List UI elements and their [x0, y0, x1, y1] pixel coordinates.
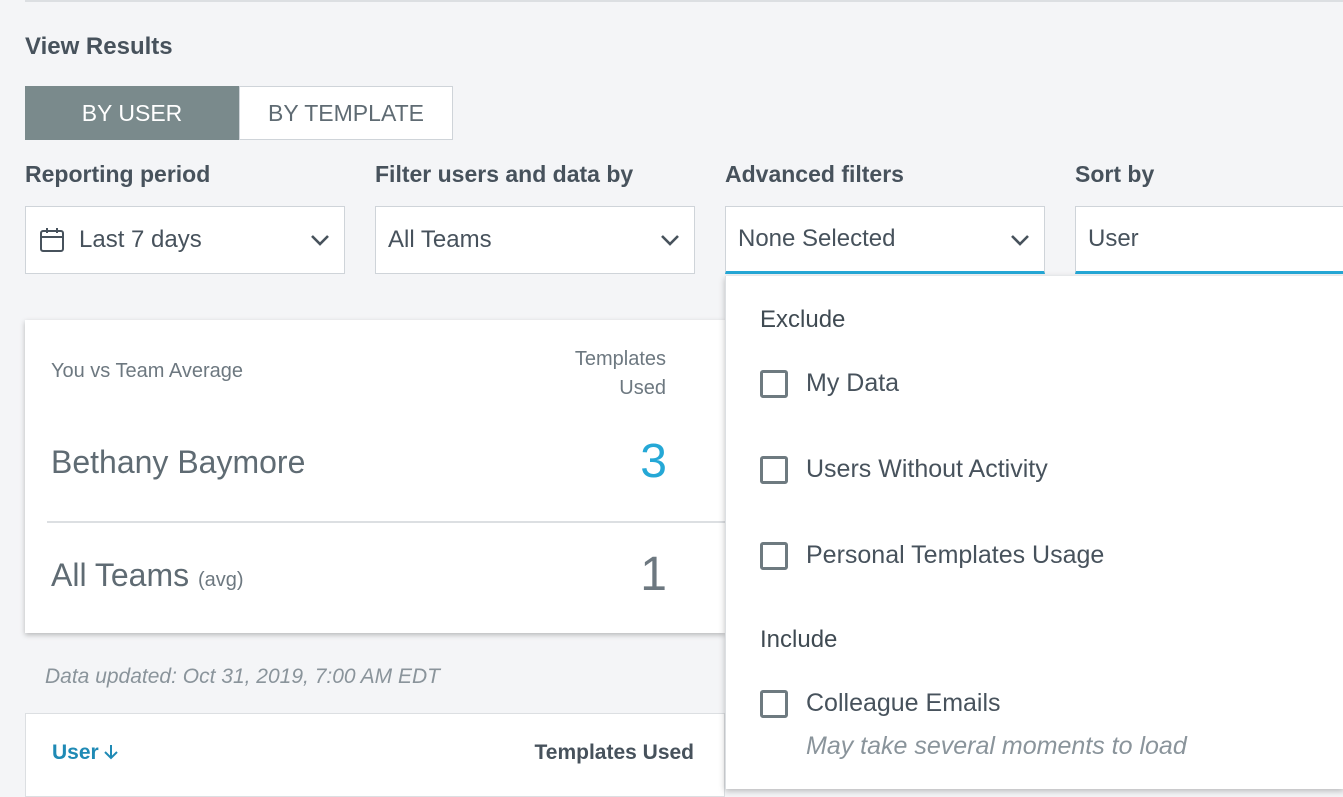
- user-column-label: User: [52, 741, 99, 764]
- include-colleague-emails-option[interactable]: Colleague Emails: [760, 689, 1001, 718]
- by-template-button[interactable]: BY TEMPLATE: [239, 86, 453, 140]
- calendar-icon: [40, 228, 64, 252]
- team-name-label: All Teams: [51, 557, 190, 593]
- colleague-emails-checkbox[interactable]: [760, 689, 788, 718]
- my-data-checkbox[interactable]: [760, 369, 788, 398]
- users-without-activity-label: Users Without Activity: [806, 455, 1048, 483]
- team-avg-suffix: (avg): [198, 569, 244, 591]
- my-data-label: My Data: [806, 369, 900, 397]
- page-title: View Results: [25, 33, 173, 60]
- sort-by-select[interactable]: User: [1075, 206, 1343, 274]
- data-updated-text: Data updated: Oct 31, 2019, 7:00 AM EDT: [45, 665, 440, 688]
- view-toggle: BY USER BY TEMPLATE: [25, 86, 453, 140]
- filter-users-label: Filter users and data by: [375, 161, 634, 187]
- users-without-activity-checkbox[interactable]: [760, 455, 788, 484]
- colleague-emails-note: May take several moments to load: [806, 732, 1187, 760]
- exclude-users-without-activity-option[interactable]: Users Without Activity: [760, 455, 1048, 484]
- exclude-heading: Exclude: [760, 306, 846, 333]
- reporting-period-value: Last 7 days: [79, 226, 202, 253]
- advanced-filters-label: Advanced filters: [725, 161, 904, 187]
- reporting-period-label: Reporting period: [25, 161, 211, 187]
- top-divider: [25, 0, 1343, 2]
- exclude-my-data-option[interactable]: My Data: [760, 369, 899, 398]
- chevron-down-icon: [661, 235, 679, 246]
- advanced-filters-select[interactable]: None Selected: [725, 206, 1045, 274]
- team-templates-value: 1: [640, 548, 667, 601]
- by-user-button[interactable]: BY USER: [25, 86, 239, 140]
- filter-users-select[interactable]: All Teams: [375, 206, 695, 274]
- advanced-filters-dropdown: Exclude My Data Users Without Activity P…: [725, 276, 1343, 789]
- personal-templates-label: Personal Templates Usage: [806, 541, 1105, 569]
- user-templates-value: 3: [640, 435, 667, 488]
- results-table: User Templates Used: [25, 713, 725, 797]
- templates-used-header-line1: Templates: [574, 348, 666, 370]
- exclude-personal-templates-option[interactable]: Personal Templates Usage: [760, 541, 1104, 570]
- chevron-down-icon: [311, 235, 329, 246]
- comparison-card: You vs Team Average Templates Used Betha…: [25, 320, 725, 633]
- sort-by-value: User: [1088, 225, 1139, 252]
- personal-templates-checkbox[interactable]: [760, 541, 788, 570]
- templates-used-column-header[interactable]: Templates Used: [535, 741, 695, 765]
- arrow-down-icon: [103, 745, 118, 760]
- card-divider: [47, 521, 725, 523]
- filter-users-value: All Teams: [388, 226, 492, 253]
- comparison-caption: You vs Team Average: [51, 360, 243, 382]
- user-name: Bethany Baymore: [51, 444, 306, 480]
- sort-by-label: Sort by: [1075, 161, 1155, 187]
- colleague-emails-label: Colleague Emails: [806, 689, 1001, 717]
- user-column-header[interactable]: User: [52, 741, 119, 765]
- templates-used-header: Templates Used: [575, 345, 666, 403]
- advanced-filters-value: None Selected: [738, 225, 896, 252]
- templates-used-header-line2: Used: [619, 377, 666, 399]
- reporting-period-select[interactable]: Last 7 days: [25, 206, 345, 274]
- team-name: All Teams (avg): [51, 557, 244, 594]
- chevron-down-icon: [1011, 235, 1029, 246]
- include-heading: Include: [760, 626, 838, 653]
